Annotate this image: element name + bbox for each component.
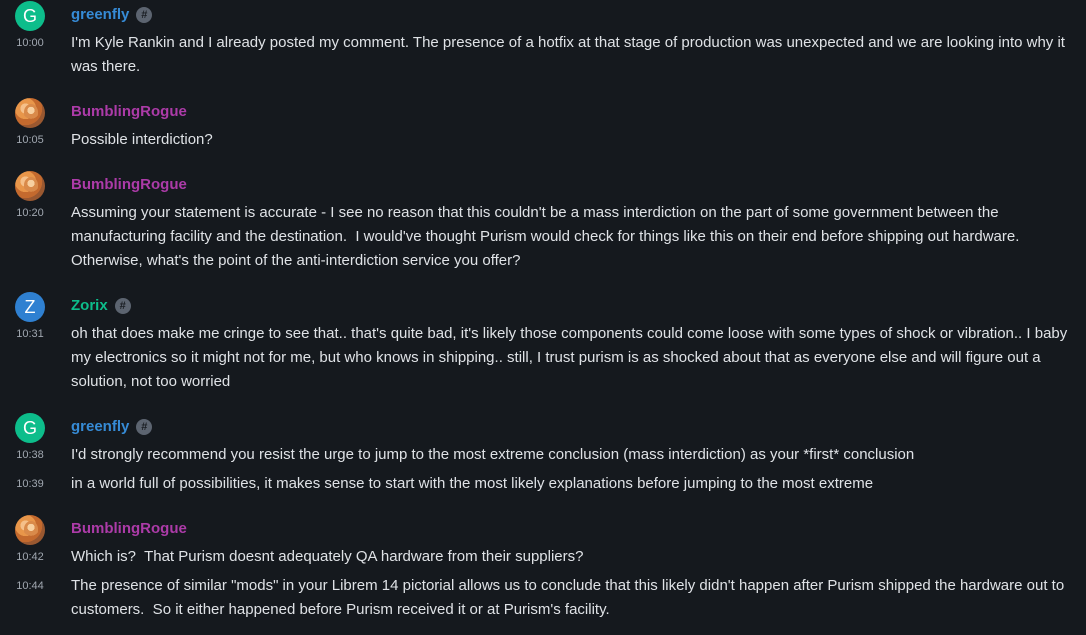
message-body: The presence of similar "mods" in your L…	[71, 577, 1069, 618]
timestamp: 10:05	[16, 134, 44, 146]
timestamp: 10:39	[16, 478, 44, 490]
message-body: in a world full of possibilities, it mak…	[71, 475, 874, 492]
sender-name[interactable]: Zorix #	[71, 297, 131, 314]
sender-name-label: greenfly	[71, 418, 130, 435]
sender-name[interactable]: greenfly #	[71, 6, 153, 23]
timestamp: 10:38	[16, 449, 44, 461]
sender-name-label: BumblingRogue	[71, 176, 187, 193]
message-body: I'm Kyle Rankin and I already posted my …	[71, 34, 1070, 75]
chat-timeline: G greenfly # 10:00 I'm Kyle Rankin and I…	[0, 0, 1086, 635]
timestamp: 10:44	[16, 580, 44, 592]
sender-name-label: BumblingRogue	[71, 103, 187, 120]
hash-badge-icon: #	[114, 297, 131, 314]
timestamp: 10:42	[16, 551, 44, 563]
avatar[interactable]: Z	[15, 292, 45, 322]
sender-name[interactable]: BumblingRogue	[71, 103, 187, 120]
timestamp: 10:00	[16, 37, 44, 49]
sender-name-label: greenfly	[71, 6, 130, 23]
message-body: I'd strongly recommend you resist the ur…	[71, 446, 915, 463]
avatar[interactable]: G	[15, 413, 45, 443]
hash-badge-icon: #	[136, 418, 153, 435]
message-body: Assuming your statement is accurate - I …	[71, 204, 1028, 269]
message-body: Which is? That Purism doesnt adequately …	[71, 548, 584, 565]
sender-name-label: Zorix	[71, 297, 108, 314]
timestamp: 10:31	[16, 328, 44, 340]
avatar[interactable]	[15, 515, 45, 545]
hash-badge-icon: #	[136, 6, 153, 23]
sender-name-label: BumblingRogue	[71, 520, 187, 537]
avatar[interactable]	[15, 171, 45, 201]
message-body: Possible interdiction?	[71, 131, 213, 148]
message-body: oh that does make me cringe to see that.…	[71, 325, 1072, 390]
avatar[interactable]	[15, 98, 45, 128]
sender-name[interactable]: BumblingRogue	[71, 520, 187, 537]
timestamp: 10:20	[16, 207, 44, 219]
sender-name[interactable]: BumblingRogue	[71, 176, 187, 193]
sender-name[interactable]: greenfly #	[71, 418, 153, 435]
avatar[interactable]: G	[15, 1, 45, 31]
